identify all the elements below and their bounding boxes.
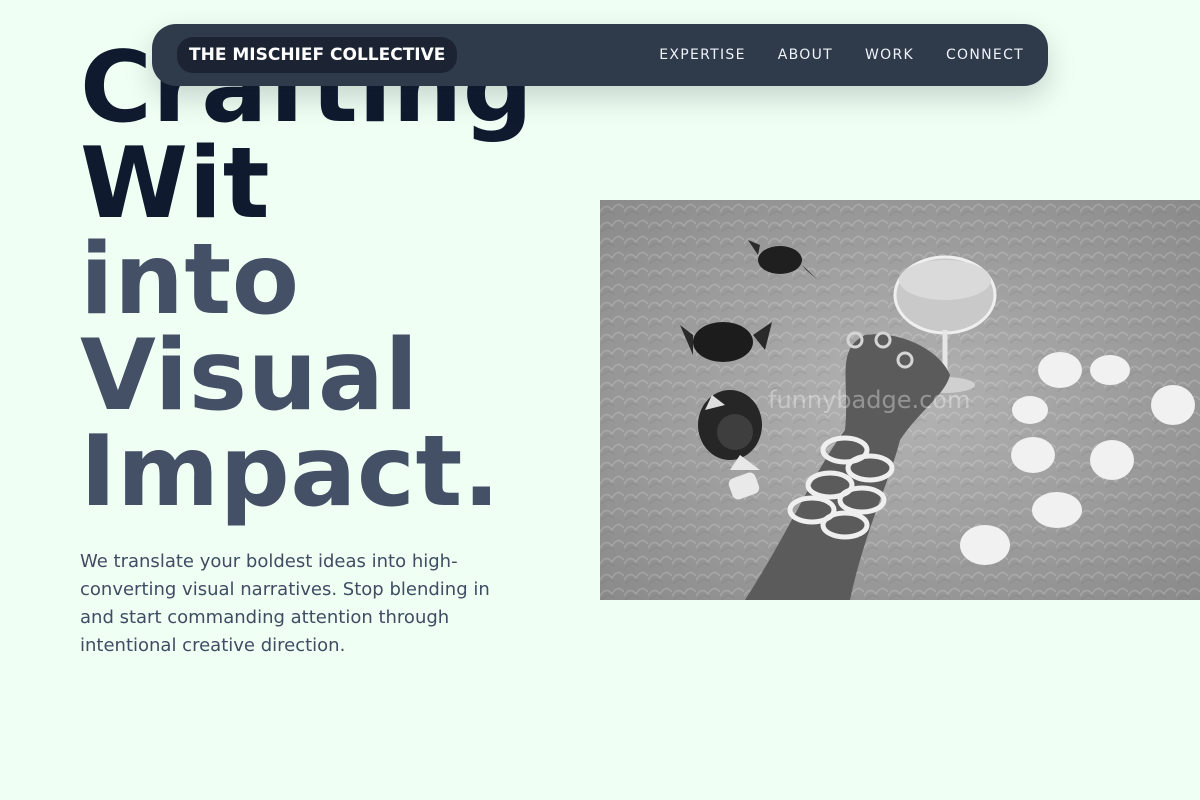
nav-link-connect[interactable]: CONNECT	[946, 47, 1024, 63]
hero-title-line-3: into	[80, 223, 300, 337]
hero-title-line-2: Wit	[80, 127, 271, 241]
nav-link-about[interactable]: ABOUT	[778, 47, 833, 63]
nav-link-expertise[interactable]: EXPERTISE	[659, 47, 746, 63]
image-watermark: funnybadge.com	[768, 386, 971, 414]
hero-title-line-4: Visual	[80, 319, 419, 433]
nav-link-work[interactable]: WORK	[865, 47, 914, 63]
hero-image: funnybadge.com	[600, 200, 1200, 600]
brand-logo[interactable]: THE MISCHIEF COLLECTIVE	[177, 37, 458, 73]
hero-title-line-5: Impact.	[80, 415, 501, 529]
hero-description: We translate your boldest ideas into hig…	[80, 551, 490, 656]
hero-title: Crafting Wit into Visual Impact.	[80, 39, 533, 529]
navbar: THE MISCHIEF COLLECTIVE EXPERTISE ABOUT …	[152, 24, 1048, 86]
nav-links: EXPERTISE ABOUT WORK CONNECT	[659, 24, 1024, 86]
